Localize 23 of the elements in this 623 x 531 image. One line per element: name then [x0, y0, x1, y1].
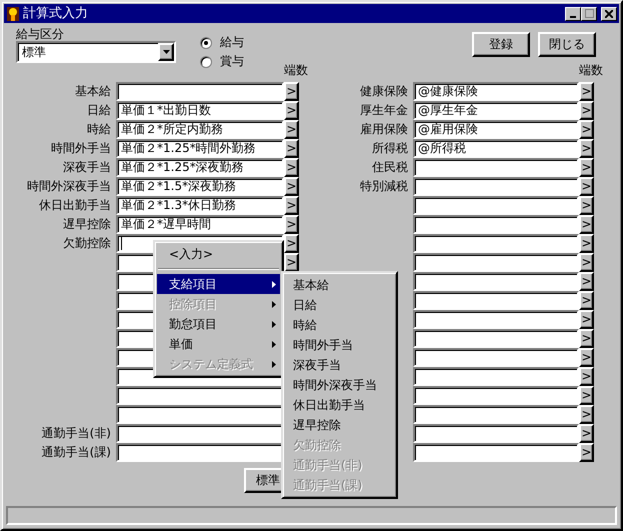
salary-type-label: 給与区分 — [16, 27, 65, 42]
field-label: 住民税 — [372, 160, 408, 174]
field-label: 厚生年金 — [360, 103, 408, 118]
field-label: 時間外手当 — [51, 141, 111, 156]
field-label: 雇用保険 — [360, 122, 408, 136]
field-label: 深夜手当 — [63, 160, 111, 174]
field-label: 基本給 — [75, 84, 111, 98]
field-label: 欠勤控除 — [63, 236, 111, 250]
field-label: 休日出勤手当 — [39, 198, 111, 212]
field-label: 健康保険 — [360, 84, 408, 98]
field-label: 日給 — [87, 103, 111, 118]
field-label: 時間外深夜手当 — [27, 179, 111, 194]
window-title: 計算式入力 — [23, 6, 88, 22]
rounding-header: 端数 — [284, 63, 308, 78]
field-label: 所得税 — [372, 141, 408, 156]
radio-label: 給与 — [220, 35, 244, 50]
radio-label: 賞与 — [220, 54, 244, 69]
field-label: 通勤手当(課) — [42, 445, 111, 460]
field-label: 特別減税 — [360, 179, 408, 194]
field-label: 遅早控除 — [63, 217, 111, 232]
field-label: 時給 — [87, 122, 111, 136]
field-label: 通勤手当(非) — [42, 426, 111, 440]
rounding-header: 端数 — [579, 63, 603, 78]
